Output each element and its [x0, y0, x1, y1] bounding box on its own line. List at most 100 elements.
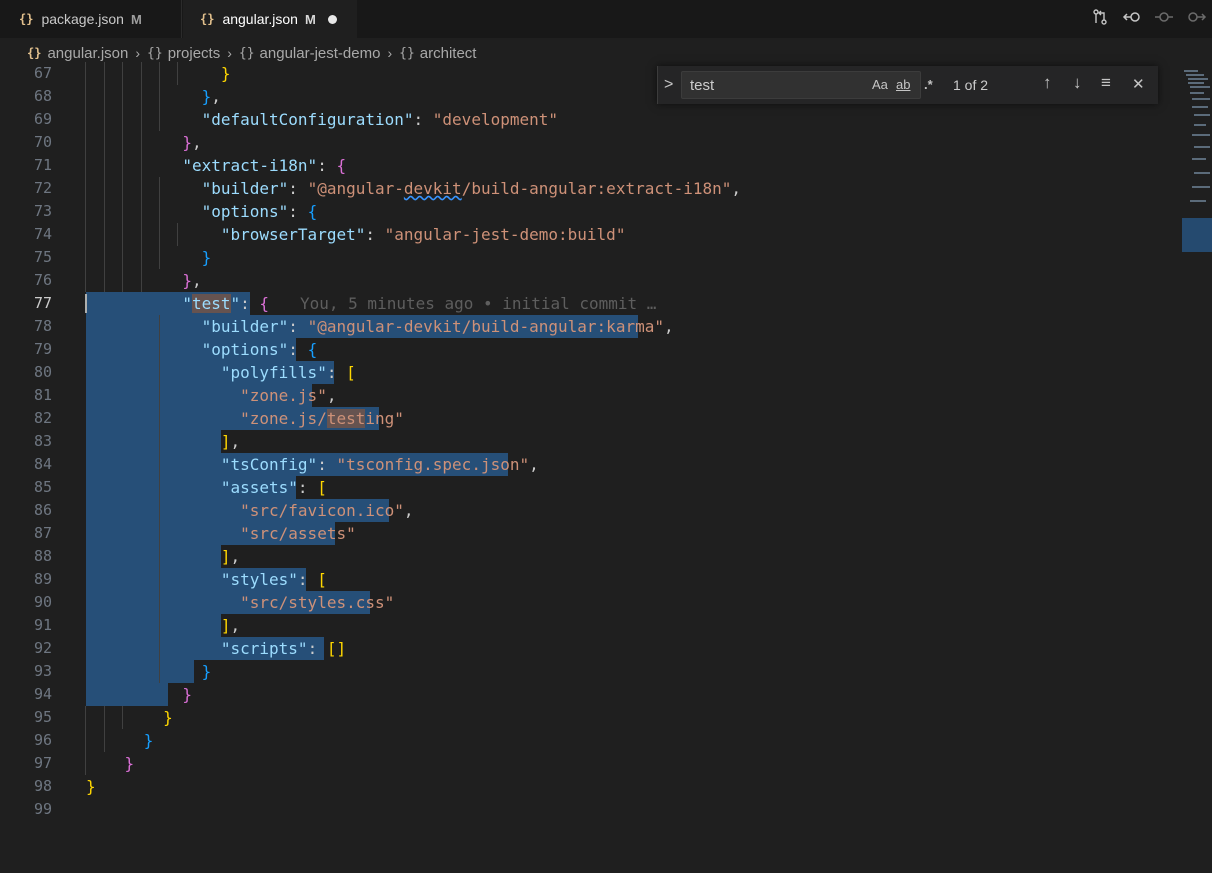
next-match-arrow-icon[interactable]: ↓ [1073, 73, 1082, 93]
code-text: ], [220, 547, 241, 566]
match-case-icon[interactable]: Aa [872, 77, 888, 92]
line-number: 72 [33, 179, 52, 197]
chevron-right-icon: › [227, 45, 232, 61]
code-text: "zone.js/testing" [240, 409, 404, 428]
line-number: 90 [33, 593, 52, 611]
code-line: 90 "src/styles.css" [0, 591, 1180, 614]
line-number: 77 [33, 294, 52, 312]
code-line: 81 "zone.js", [0, 384, 1180, 407]
git-next-change-icon[interactable] [1180, 8, 1212, 31]
tab-label: angular.json [222, 11, 298, 27]
code-text: "src/styles.css" [240, 593, 395, 612]
unsaved-dot-icon[interactable] [327, 14, 337, 24]
code-text: "zone.js", [240, 386, 337, 405]
code-text: } [220, 64, 231, 83]
code-text: ], [220, 432, 241, 451]
compare-changes-icon[interactable] [1084, 8, 1116, 31]
line-number: 69 [33, 110, 52, 128]
whole-word-icon[interactable]: ab [896, 77, 910, 92]
code-line-current: 77 "test": { You, 5 minutes ago • initia… [0, 292, 1180, 315]
json-file-icon: {} [27, 46, 42, 60]
line-number: 95 [33, 708, 52, 726]
tab-package-json[interactable]: {} package.json M [0, 0, 182, 38]
line-number: 88 [33, 547, 52, 565]
code-line: 92 "scripts": [] [0, 637, 1180, 660]
code-line: 72 "builder": "@angular-devkit/build-ang… [0, 177, 1180, 200]
modified-badge: M [130, 11, 142, 27]
line-number: 71 [33, 156, 52, 174]
breadcrumb-item-angular-json[interactable]: angular.json [47, 45, 128, 62]
line-number: 68 [33, 87, 52, 105]
previous-match-arrow-icon[interactable]: ↑ [1043, 73, 1052, 93]
code-line: 95 } [0, 706, 1180, 729]
toggle-replace-chevron-icon[interactable]: > [664, 76, 673, 94]
code-text: ], [220, 616, 241, 635]
line-number: 78 [33, 317, 52, 335]
tab-angular-json[interactable]: {} angular.json M [183, 0, 357, 38]
code-line: 87 "src/assets" [0, 522, 1180, 545]
object-icon: {} [399, 45, 415, 61]
code-text: "builder": "@angular-devkit/build-angula… [201, 179, 742, 198]
code-text: } [163, 708, 173, 727]
code-line: 84 "tsConfig": "tsconfig.spec.json", [0, 453, 1180, 476]
find-in-selection-icon[interactable]: ≡ [1101, 73, 1111, 93]
chevron-right-icon: › [387, 45, 393, 61]
breadcrumb-item-angular-jest-demo[interactable]: angular-jest-demo [260, 45, 381, 62]
regex-icon[interactable]: .* [924, 77, 933, 92]
line-number: 96 [33, 731, 52, 749]
code-line: 69 "defaultConfiguration": "development" [0, 108, 1180, 131]
minimap-selection [1182, 218, 1212, 252]
code-line: 79 "options": { [0, 338, 1180, 361]
code-text: "src/assets" [240, 524, 356, 543]
object-icon: {} [238, 45, 255, 61]
close-icon[interactable]: ✕ [1132, 75, 1145, 93]
git-blame-annotation: You, 5 minutes ago • initial commit … [300, 294, 657, 313]
line-number: 73 [33, 202, 52, 220]
line-number: 67 [33, 64, 52, 82]
code-text: "builder": "@angular-devkit/build-angula… [201, 317, 674, 336]
git-commit-icon[interactable] [1148, 8, 1180, 31]
code-text: "assets": [ [220, 478, 327, 497]
code-line: 76 }, [0, 269, 1180, 292]
tab-bar: {} package.json M {} angular.json M [0, 0, 1212, 38]
line-number: 99 [33, 800, 52, 818]
code-text: "test": { [182, 294, 270, 313]
code-text: "styles": [ [220, 570, 327, 589]
code-text: } [201, 662, 212, 681]
code-line: 99 [0, 798, 1180, 821]
code-text: }, [182, 271, 202, 290]
line-number: 70 [33, 133, 52, 151]
line-number: 91 [33, 616, 52, 634]
code-text: }, [201, 87, 221, 106]
line-number: 80 [33, 363, 52, 381]
find-result-count: 1 of 2 [953, 77, 989, 93]
open-changes-icon[interactable] [1116, 8, 1148, 31]
line-number: 82 [33, 409, 52, 427]
code-line: 71 "extract-i18n": { [0, 154, 1180, 177]
line-number: 94 [33, 685, 52, 703]
line-number: 74 [33, 225, 52, 243]
breadcrumb-item-architect[interactable]: architect [420, 45, 477, 62]
line-number: 98 [33, 777, 52, 795]
minimap[interactable] [1180, 68, 1212, 268]
code-line: 89 "styles": [ [0, 568, 1180, 591]
chevron-right-icon: › [135, 45, 141, 61]
line-number: 79 [33, 340, 52, 358]
code-line: 80 "polyfills": [ [0, 361, 1180, 384]
code-line: 75 } [0, 246, 1180, 269]
code-editor[interactable]: 67 } 68 }, 69 "defaultConfiguration": "d… [0, 62, 1212, 873]
line-number: 97 [33, 754, 52, 772]
code-line: 98 } [0, 775, 1180, 798]
line-number: 87 [33, 524, 52, 542]
code-line: 83 ], [0, 430, 1180, 453]
code-text: "polyfills": [ [220, 363, 356, 382]
json-file-icon: {} [200, 12, 215, 26]
line-number: 76 [33, 271, 52, 289]
code-text: "extract-i18n": { [182, 156, 347, 175]
breadcrumb-item-projects[interactable]: projects [168, 45, 221, 62]
code-line: 96 } [0, 729, 1180, 752]
modified-badge: M [304, 11, 316, 27]
line-number: 75 [33, 248, 52, 266]
code-text: "defaultConfiguration": "development" [201, 110, 559, 129]
code-line: 78 "builder": "@angular-devkit/build-ang… [0, 315, 1180, 338]
